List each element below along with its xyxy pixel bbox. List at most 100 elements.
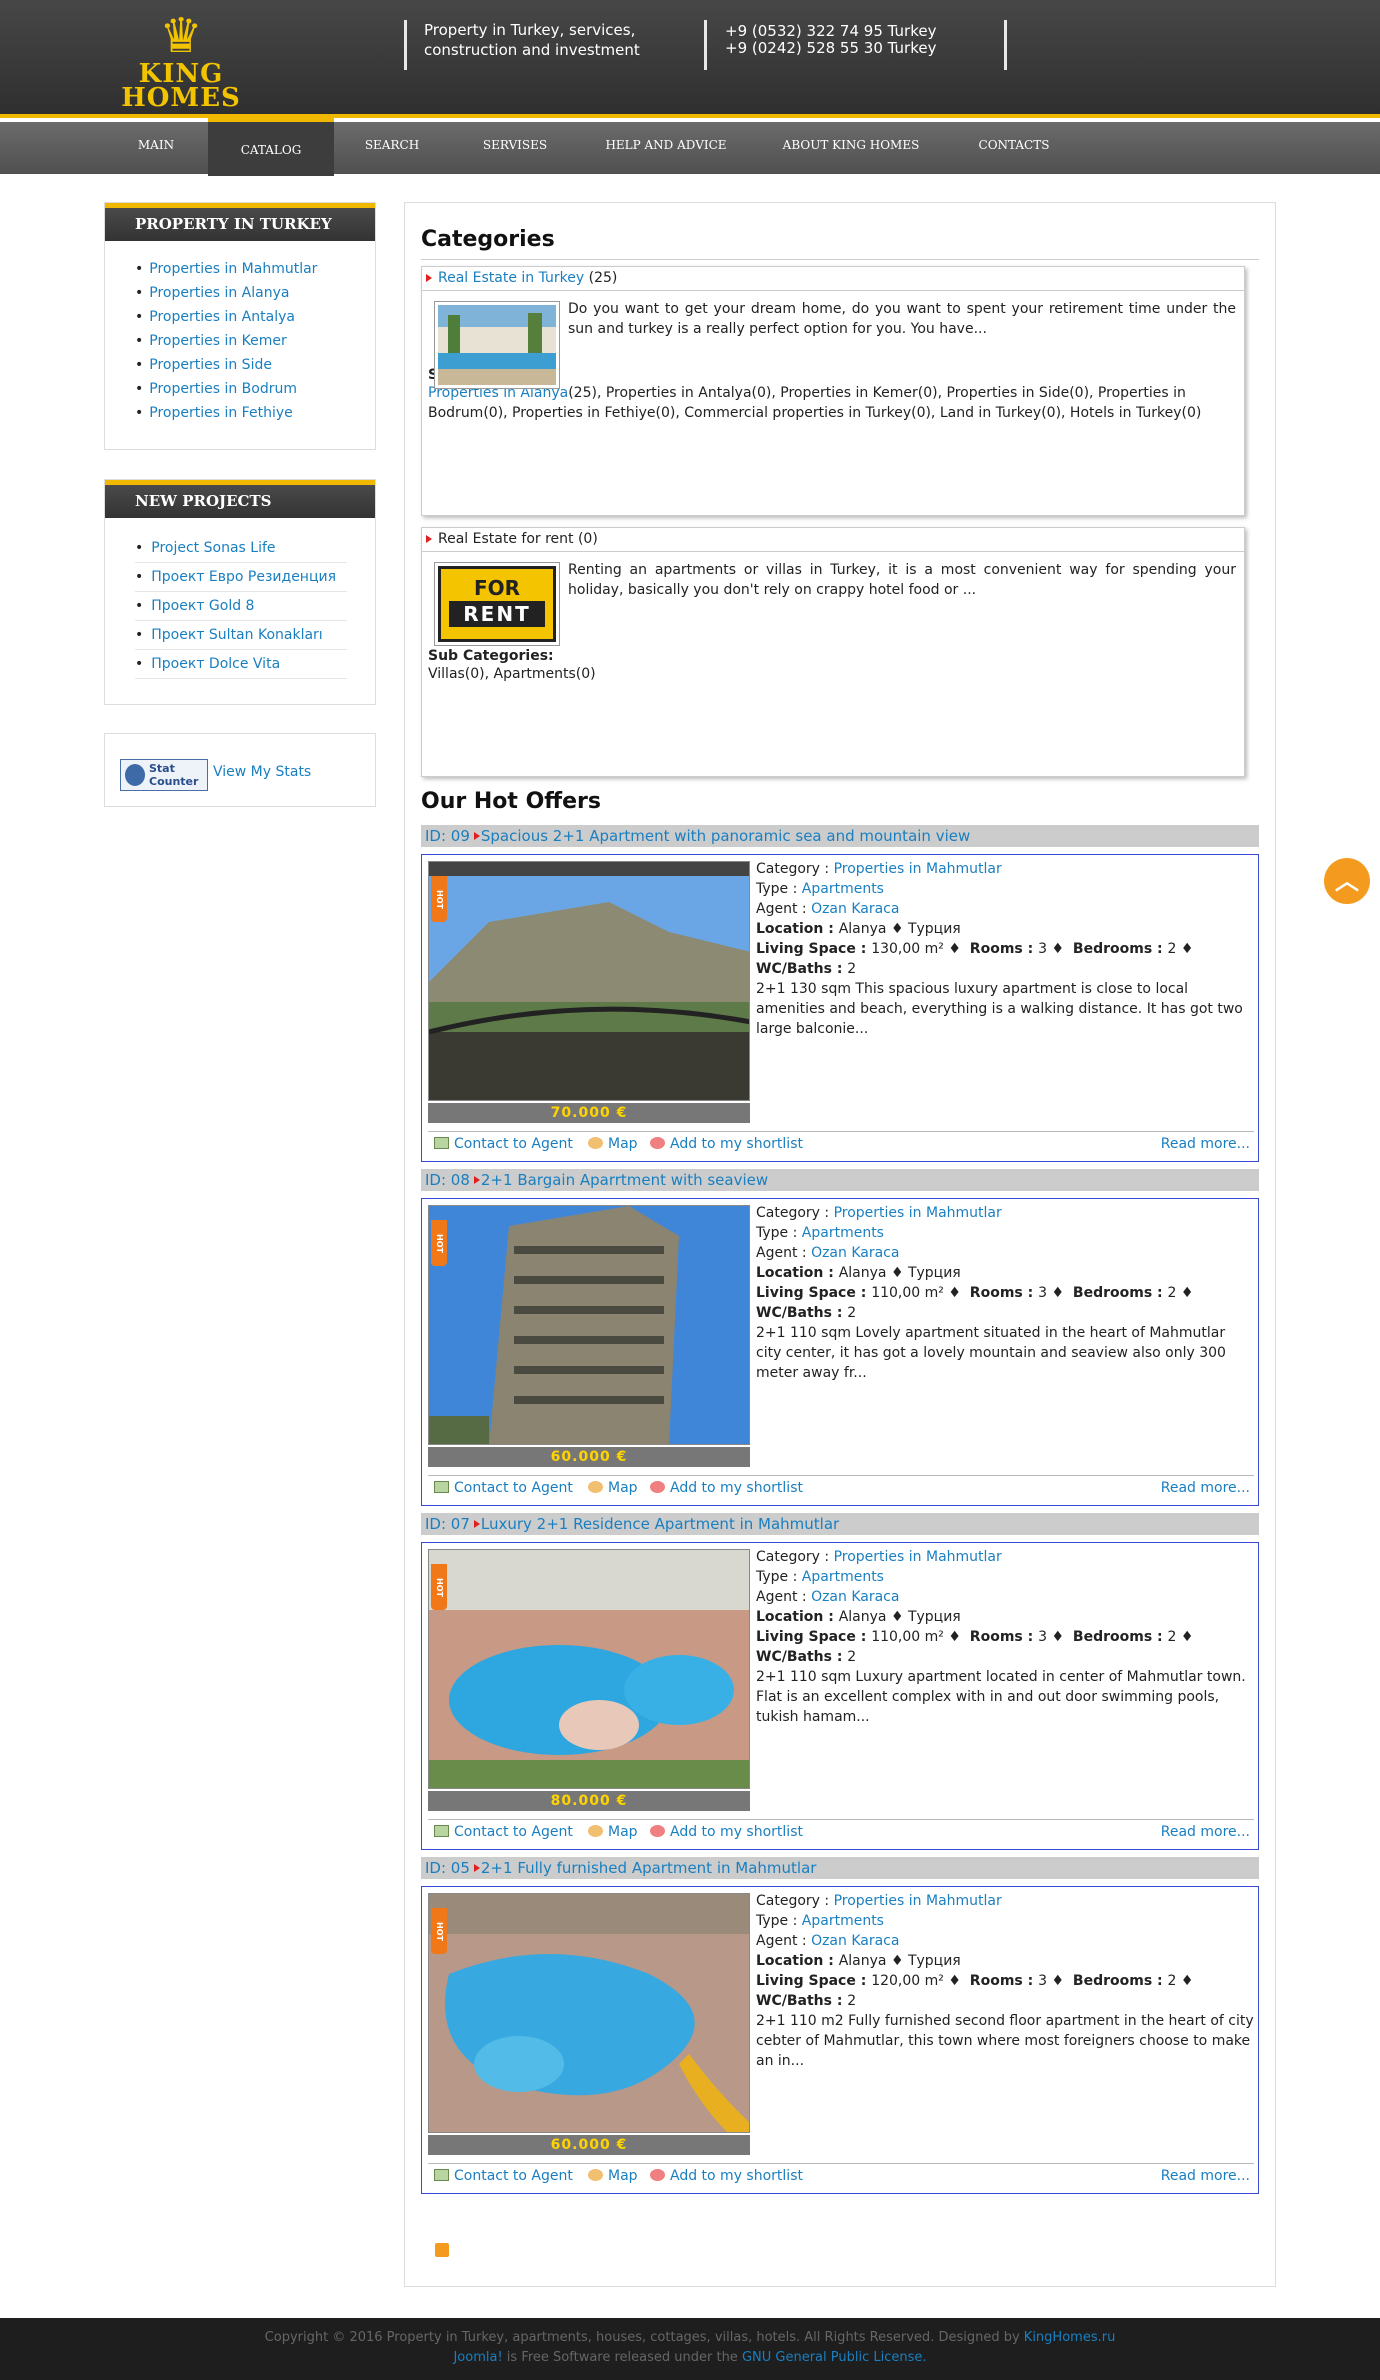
offer-id: ID: 08: [425, 1171, 470, 1189]
location: Alanya ♦ Турция: [838, 1953, 961, 1969]
category-header: Real Estate in Turkey (25): [422, 267, 1244, 291]
read-more-link[interactable]: Read more...: [1161, 2168, 1250, 2184]
resort-image: [438, 305, 556, 385]
sidebar-link[interactable]: Properties in Mahmutlar: [135, 257, 375, 281]
offer-photo[interactable]: HOT: [428, 1205, 750, 1445]
offer-id: ID: 05: [425, 1859, 470, 1877]
sign-line1: FOR: [473, 576, 521, 600]
shortlist-link[interactable]: Add to my shortlist: [650, 1824, 803, 1840]
nav-main[interactable]: MAIN: [118, 122, 194, 174]
type-link[interactable]: Apartments: [802, 1913, 884, 1929]
hot-badge: HOT: [431, 1564, 447, 1610]
phones: +9 (0532) 322 74 95 Turkey +9 (0242) 528…: [725, 23, 936, 57]
mail-icon: [434, 1825, 449, 1837]
designer-link[interactable]: KingHomes.ru: [1024, 2330, 1116, 2345]
category-link[interactable]: Real Estate in Turkey: [438, 270, 584, 286]
location: Alanya ♦ Турция: [838, 921, 961, 937]
sidebar-link[interactable]: Properties in Alanya: [135, 281, 375, 305]
heart-icon: [650, 1137, 665, 1149]
sidebar-link[interactable]: Properties in Kemer: [135, 329, 375, 353]
offer-id: ID: 09: [425, 827, 470, 845]
category-link[interactable]: Properties in Mahmutlar: [834, 1893, 1002, 1909]
contact-agent-link[interactable]: Contact to Agent: [434, 2168, 573, 2184]
agent-link[interactable]: Ozan Karaca: [811, 1245, 899, 1261]
offer-photo[interactable]: HOT: [428, 1893, 750, 2133]
project-link[interactable]: Проект Gold 8: [135, 592, 347, 621]
offer-photo[interactable]: HOT: [428, 861, 750, 1101]
living-space: 120,00 m² ♦: [871, 1973, 961, 1989]
rss-icon[interactable]: [435, 2243, 449, 2257]
category-link[interactable]: Properties in Mahmutlar: [834, 1549, 1002, 1565]
map-link[interactable]: Map: [588, 2168, 638, 2184]
read-more-link[interactable]: Read more...: [1161, 1480, 1250, 1496]
category-thumbnail[interactable]: [434, 301, 560, 389]
statcounter-badge[interactable]: Stat Counter: [120, 759, 208, 791]
contact-label: Contact to Agent: [454, 1824, 573, 1840]
category-link[interactable]: Properties in Mahmutlar: [834, 861, 1002, 877]
type-link[interactable]: Apartments: [802, 1569, 884, 1585]
logo[interactable]: ♛ KING HOMES: [106, 10, 256, 111]
location: Alanya ♦ Турция: [838, 1265, 961, 1281]
category-link[interactable]: Properties in Mahmutlar: [834, 1205, 1002, 1221]
offer-actions: Contact to Agent Map Add to my shortlist…: [428, 1475, 1254, 1499]
offer-title-bar[interactable]: ID: 07 Luxury 2+1 Residence Apartment in …: [421, 1513, 1259, 1535]
sidebar-link[interactable]: Properties in Fethiye: [135, 401, 375, 425]
agent-link[interactable]: Ozan Karaca: [811, 1933, 899, 1949]
offer-description: 2+1 130 sqm This spacious luxury apartme…: [756, 981, 1243, 1037]
nav-servises[interactable]: SERVISES: [470, 122, 560, 174]
joomla-link[interactable]: Joomla!: [453, 2350, 502, 2365]
offer-title[interactable]: 2+1 Bargain Aparrtment with seaview: [481, 1171, 768, 1189]
map-link[interactable]: Map: [588, 1136, 638, 1152]
sidebar-link[interactable]: Properties in Side: [135, 353, 375, 377]
offer-title-bar[interactable]: ID: 05 2+1 Fully furnished Apartment in M…: [421, 1857, 1259, 1879]
agent-link[interactable]: Ozan Karaca: [811, 901, 899, 917]
category-box: Real Estate for rent (0) FOR RENT Rentin…: [421, 527, 1245, 777]
offer-photo[interactable]: HOT: [428, 1549, 750, 1789]
contact-agent-link[interactable]: Contact to Agent: [434, 1136, 573, 1152]
contact-agent-link[interactable]: Contact to Agent: [434, 1824, 573, 1840]
nav-help[interactable]: HELP AND ADVICE: [596, 122, 736, 174]
nav-catalog[interactable]: CATALOG: [208, 118, 334, 176]
project-link[interactable]: Project Sonas Life: [135, 534, 347, 563]
sidebar-link[interactable]: Properties in Antalya: [135, 305, 375, 329]
license-link[interactable]: GNU General Public License.: [742, 2350, 927, 2365]
shortlist-label: Add to my shortlist: [670, 1136, 803, 1152]
map-link[interactable]: Map: [588, 1480, 638, 1496]
shortlist-label: Add to my shortlist: [670, 1824, 803, 1840]
nav-contacts[interactable]: CONTACTS: [964, 122, 1064, 174]
offer-description: 2+1 110 sqm Lovely apartment situated in…: [756, 1325, 1226, 1381]
chevron-up-icon[interactable]: ︿: [1324, 858, 1370, 904]
offer-title[interactable]: Spacious 2+1 Apartment with panoramic se…: [481, 827, 970, 845]
shortlist-link[interactable]: Add to my shortlist: [650, 1480, 803, 1496]
project-link[interactable]: Проект Евро Резиденция: [135, 563, 347, 592]
read-more-link[interactable]: Read more...: [1161, 1136, 1250, 1152]
agent-link[interactable]: Ozan Karaca: [811, 1589, 899, 1605]
nav-about[interactable]: ABOUT KING HOMES: [778, 122, 924, 174]
map-link[interactable]: Map: [588, 1824, 638, 1840]
offer-card: HOT 80.000 € Category : Properties in Ma…: [421, 1542, 1259, 1850]
shortlist-link[interactable]: Add to my shortlist: [650, 2168, 803, 2184]
living-space: 130,00 m² ♦: [871, 941, 961, 957]
sidebar-link[interactable]: Properties in Bodrum: [135, 377, 375, 401]
type-link[interactable]: Apartments: [802, 881, 884, 897]
shortlist-link[interactable]: Add to my shortlist: [650, 1136, 803, 1152]
nav-search[interactable]: SEARCH: [352, 122, 432, 174]
contact-label: Contact to Agent: [454, 1136, 573, 1152]
type-link[interactable]: Apartments: [802, 1225, 884, 1241]
label: Rooms :: [969, 1973, 1039, 1989]
offer-title-bar[interactable]: ID: 09 Spacious 2+1 Apartment with panora…: [421, 825, 1259, 847]
hot-offers-heading: Our Hot Offers: [421, 789, 601, 814]
view-stats-link[interactable]: View My Stats: [213, 764, 311, 780]
project-link[interactable]: Проект Dolce Vita: [135, 650, 347, 679]
mail-icon: [434, 1137, 449, 1149]
category-count: (25): [584, 270, 618, 286]
offer-title[interactable]: 2+1 Fully furnished Apartment in Mahmutl…: [481, 1859, 817, 1877]
category-thumbnail[interactable]: FOR RENT: [434, 562, 560, 646]
project-link[interactable]: Проект Sultan Konakları: [135, 621, 347, 650]
living-space: 110,00 m² ♦: [871, 1629, 961, 1645]
offer-title[interactable]: Luxury 2+1 Residence Apartment in Mahmut…: [481, 1515, 839, 1533]
contact-agent-link[interactable]: Contact to Agent: [434, 1480, 573, 1496]
offer-title-bar[interactable]: ID: 08 2+1 Bargain Aparrtment with seavie…: [421, 1169, 1259, 1191]
arrow-icon: [473, 1176, 480, 1184]
read-more-link[interactable]: Read more...: [1161, 1824, 1250, 1840]
